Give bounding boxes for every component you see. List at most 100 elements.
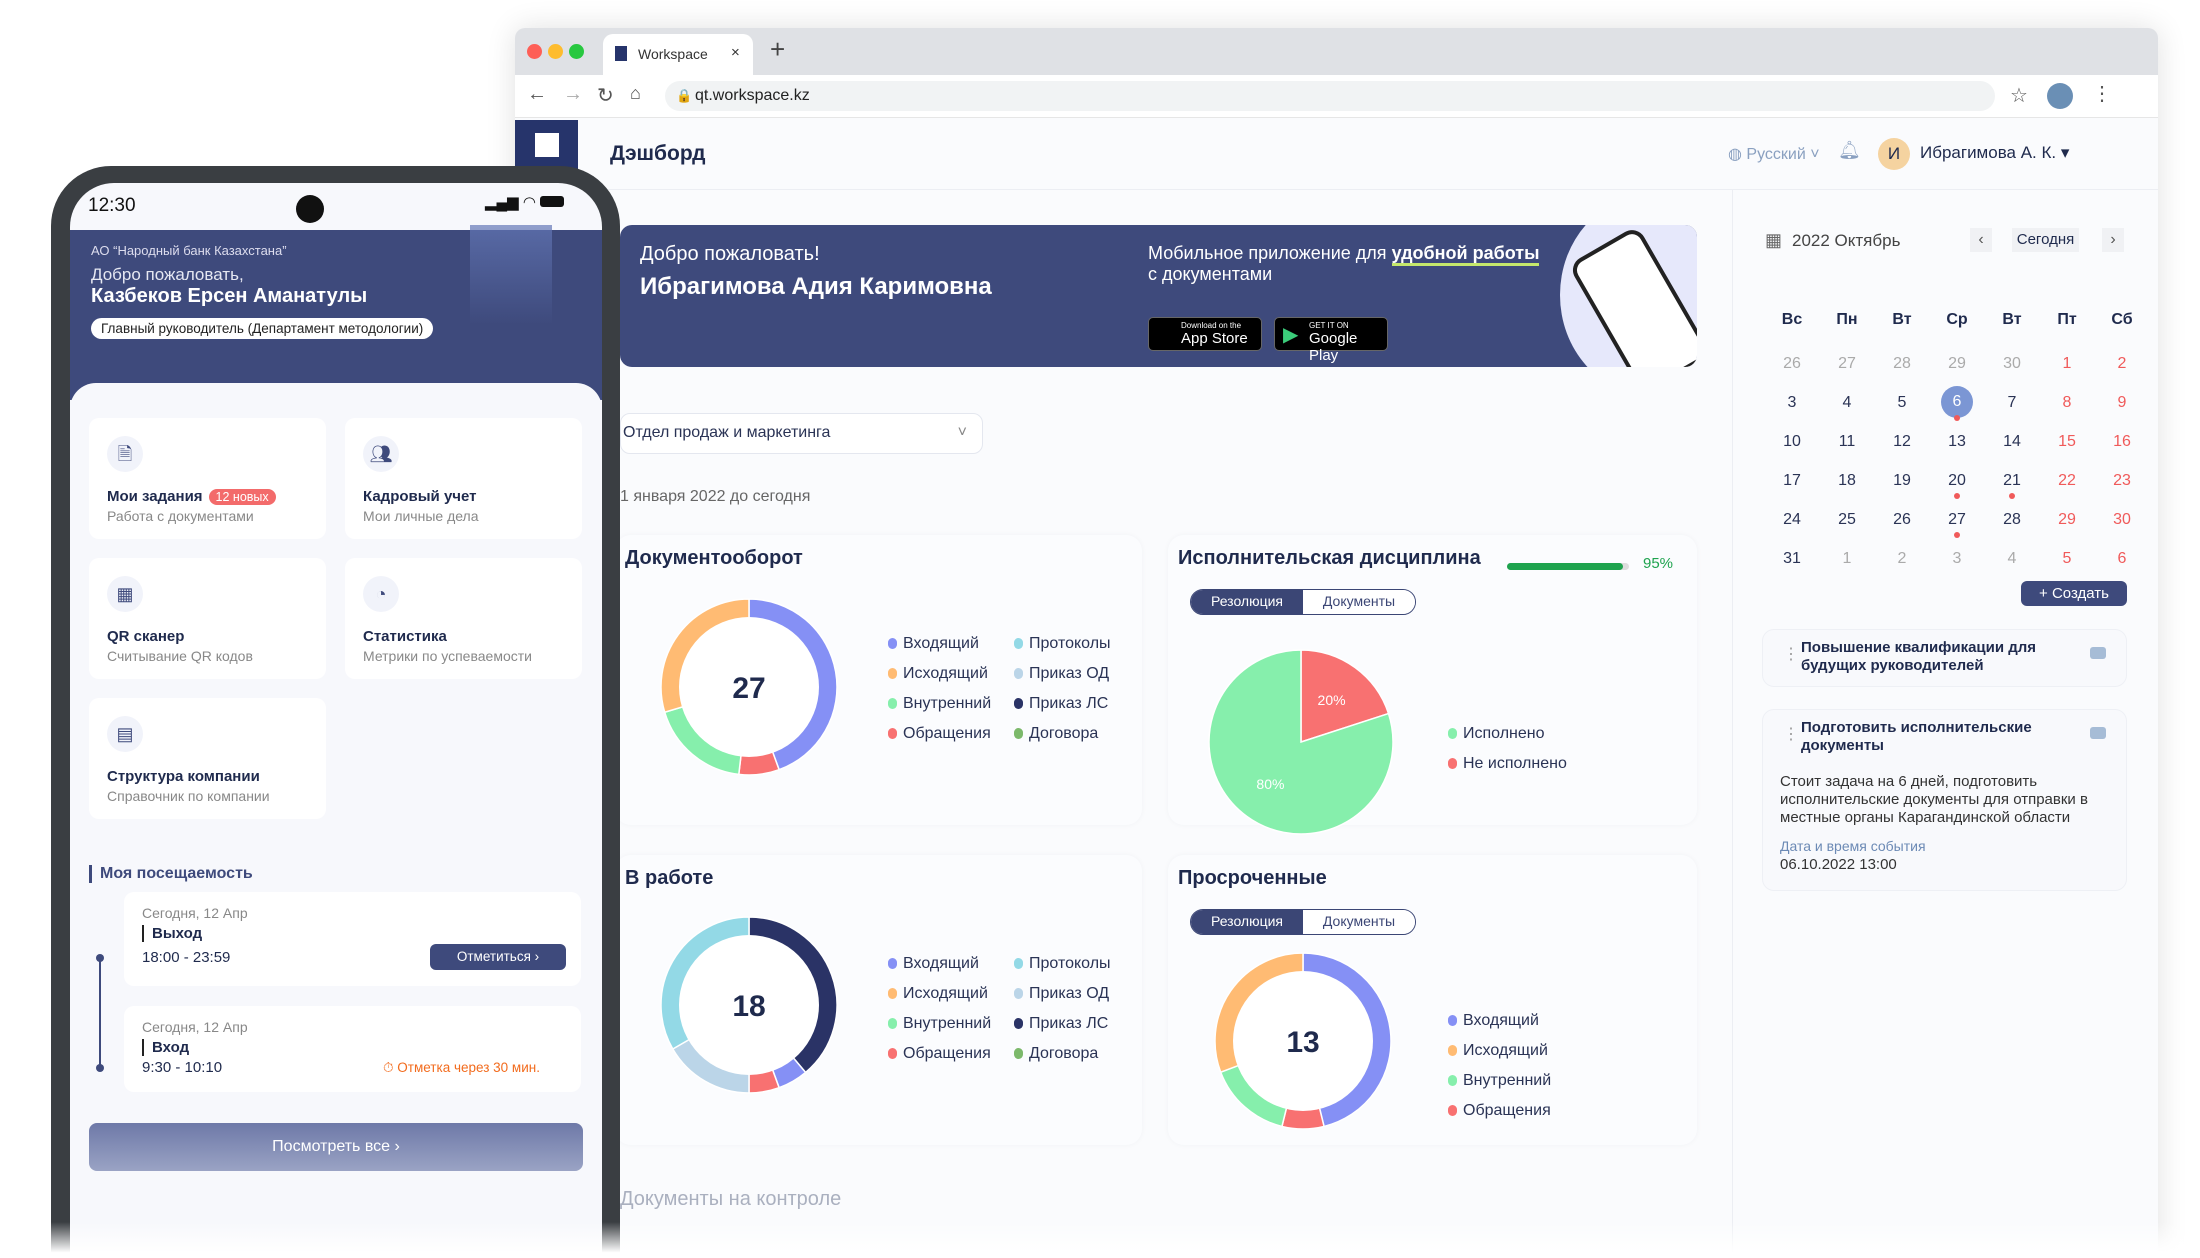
legend-item[interactable]: Договора — [1014, 725, 1098, 743]
collapse-icon[interactable] — [2090, 727, 2106, 739]
legend-item[interactable]: Обращения — [888, 1045, 991, 1063]
calendar-day[interactable]: 18 — [1827, 472, 1867, 490]
create-event-button[interactable]: + Создать — [2021, 581, 2127, 606]
calendar-day[interactable]: 14 — [1992, 433, 2032, 451]
calendar-day[interactable]: 26 — [1882, 511, 1922, 529]
today-button[interactable]: Сегодня — [2012, 228, 2079, 252]
forward-icon[interactable]: → — [563, 83, 583, 106]
legend-item[interactable]: Приказ ЛС — [1014, 695, 1108, 713]
calendar-day[interactable]: 24 — [1772, 511, 1812, 529]
calendar-day[interactable]: 23 — [2102, 472, 2142, 490]
bell-icon[interactable]: 🔔︎ — [1838, 140, 1861, 161]
event-card[interactable]: ⋮ Повышение квалификации для будущих рук… — [1762, 629, 2127, 687]
legend-item[interactable]: Внутренний — [888, 1015, 991, 1033]
calendar-day[interactable]: 26 — [1772, 355, 1812, 373]
legend-item[interactable]: Протоколы — [1014, 955, 1111, 973]
reload-icon[interactable]: ↻ — [597, 83, 614, 108]
calendar-day[interactable]: 19 — [1882, 472, 1922, 490]
calendar-day[interactable]: 3 — [1772, 394, 1812, 412]
tile-document[interactable]: 🗎 Мои задания 12 новых Работа с документами — [89, 418, 326, 539]
calendar-day[interactable]: 29 — [1937, 355, 1977, 373]
calendar-day[interactable]: 1 — [2047, 355, 2087, 373]
calendar-day[interactable]: 25 — [1827, 511, 1867, 529]
url-input[interactable]: 🔒 qt.workspace.kz — [665, 81, 1995, 111]
calendar-day[interactable]: 12 — [1882, 433, 1922, 451]
legend-item[interactable]: Протоколы — [1014, 635, 1111, 653]
calendar-day[interactable]: 16 — [2102, 433, 2142, 451]
legend-item[interactable]: Приказ ОД — [1014, 985, 1109, 1003]
legend-item[interactable]: Обращения — [888, 725, 991, 743]
calendar-day[interactable]: 27 — [1937, 511, 1977, 538]
close-tab-icon[interactable]: × — [731, 44, 740, 61]
legend-item[interactable]: Исходящий — [1448, 1042, 1548, 1060]
legend-item[interactable]: Внутренний — [888, 695, 991, 713]
calendar-day[interactable]: 4 — [1827, 394, 1867, 412]
google-play-button[interactable]: ▶ GET IT ON Google Play — [1274, 317, 1388, 364]
tab-resolution[interactable]: Резолюция — [1191, 910, 1303, 934]
department-select[interactable]: Отдел продаж и маркетинга ˅ — [620, 413, 983, 454]
expand-icon[interactable] — [2090, 647, 2106, 659]
calendar-day[interactable]: 4 — [1992, 550, 2032, 568]
close-window-button[interactable] — [527, 44, 542, 59]
resolution-documents-toggle[interactable]: Резолюция Документы — [1190, 909, 1416, 935]
legend-item[interactable]: Приказ ЛС — [1014, 1015, 1108, 1033]
legend-item[interactable]: Не исполнено — [1448, 755, 1567, 773]
calendar-day[interactable]: 2 — [2102, 355, 2142, 373]
calendar-day[interactable]: 6 — [1941, 386, 1973, 421]
calendar-day[interactable]: 10 — [1772, 433, 1812, 451]
resolution-documents-toggle[interactable]: Резолюция Документы — [1190, 589, 1416, 615]
prev-month-button[interactable]: ‹ — [1970, 228, 1992, 252]
calendar-day[interactable]: 17 — [1772, 472, 1812, 490]
calendar-day[interactable]: 5 — [2047, 550, 2087, 568]
home-icon[interactable]: ⌂ — [630, 83, 641, 104]
tile-building[interactable]: ▤ Структура компании Справочник по компани… — [89, 698, 326, 819]
calendar-day[interactable]: 31 — [1772, 550, 1812, 568]
browser-menu-icon[interactable]: ⋮ — [2092, 81, 2112, 106]
legend-item[interactable]: Исходящий — [888, 985, 988, 1003]
calendar-day[interactable]: 2 — [1882, 550, 1922, 568]
app-store-button[interactable]: Download on the App Store — [1148, 317, 1262, 351]
calendar-day[interactable]: 27 — [1827, 355, 1867, 373]
calendar-day[interactable]: 15 — [2047, 433, 2087, 451]
user-avatar[interactable]: И — [1878, 138, 1910, 170]
calendar-day[interactable]: 30 — [2102, 511, 2142, 529]
drag-handle-icon[interactable]: ⋮ — [1783, 644, 1799, 664]
maximize-window-button[interactable] — [569, 44, 584, 59]
calendar-day[interactable]: 28 — [1992, 511, 2032, 529]
language-select[interactable]: ◍ Русский ˅ — [1728, 144, 1820, 164]
calendar-day[interactable]: 7 — [1992, 394, 2032, 412]
view-all-button[interactable]: Посмотреть все › — [89, 1123, 583, 1171]
legend-item[interactable]: Внутренний — [1448, 1072, 1551, 1090]
calendar-day[interactable]: 8 — [2047, 394, 2087, 412]
legend-item[interactable]: Исполнено — [1448, 725, 1545, 743]
tile-pie-chart[interactable]: ◔ Статистика Метрики по успеваемости — [345, 558, 582, 679]
calendar-day[interactable]: 13 — [1937, 433, 1977, 451]
calendar-day[interactable]: 21 — [1992, 472, 2032, 499]
legend-item[interactable]: Входящий — [888, 955, 979, 973]
user-menu[interactable]: Ибрагимова А. К. ▾ — [1920, 143, 2069, 163]
calendar-day[interactable]: 28 — [1882, 355, 1922, 373]
calendar-day[interactable]: 5 — [1882, 394, 1922, 412]
event-card[interactable]: ⋮ Подготовить исполнительские документы … — [1762, 709, 2127, 891]
browser-tab[interactable]: Workspace × — [603, 34, 753, 75]
back-icon[interactable]: ← — [527, 83, 547, 106]
new-tab-button[interactable]: + — [770, 34, 785, 65]
calendar-day[interactable]: 30 — [1992, 355, 2032, 373]
calendar-day[interactable]: 29 — [2047, 511, 2087, 529]
bookmark-star-icon[interactable]: ☆ — [2010, 83, 2028, 108]
tab-documents[interactable]: Документы — [1303, 590, 1415, 614]
calendar-day[interactable]: 6 — [2102, 550, 2142, 568]
calendar-day[interactable]: 1 — [1827, 550, 1867, 568]
period-label[interactable]: 1 января 2022 до сегодня — [620, 488, 810, 506]
drag-handle-icon[interactable]: ⋮ — [1783, 724, 1799, 744]
tile-qr[interactable]: ▦ QR сканер Считывание QR кодов — [89, 558, 326, 679]
calendar-day[interactable]: 20 — [1937, 472, 1977, 499]
calendar-day[interactable]: 11 — [1827, 433, 1867, 451]
legend-item[interactable]: Входящий — [1448, 1012, 1539, 1030]
next-month-button[interactable]: › — [2102, 228, 2124, 252]
tab-documents[interactable]: Документы — [1303, 910, 1415, 934]
calendar-day[interactable]: 22 — [2047, 472, 2087, 490]
legend-item[interactable]: Исходящий — [888, 665, 988, 683]
minimize-window-button[interactable] — [548, 44, 563, 59]
app-logo[interactable] — [515, 120, 578, 170]
